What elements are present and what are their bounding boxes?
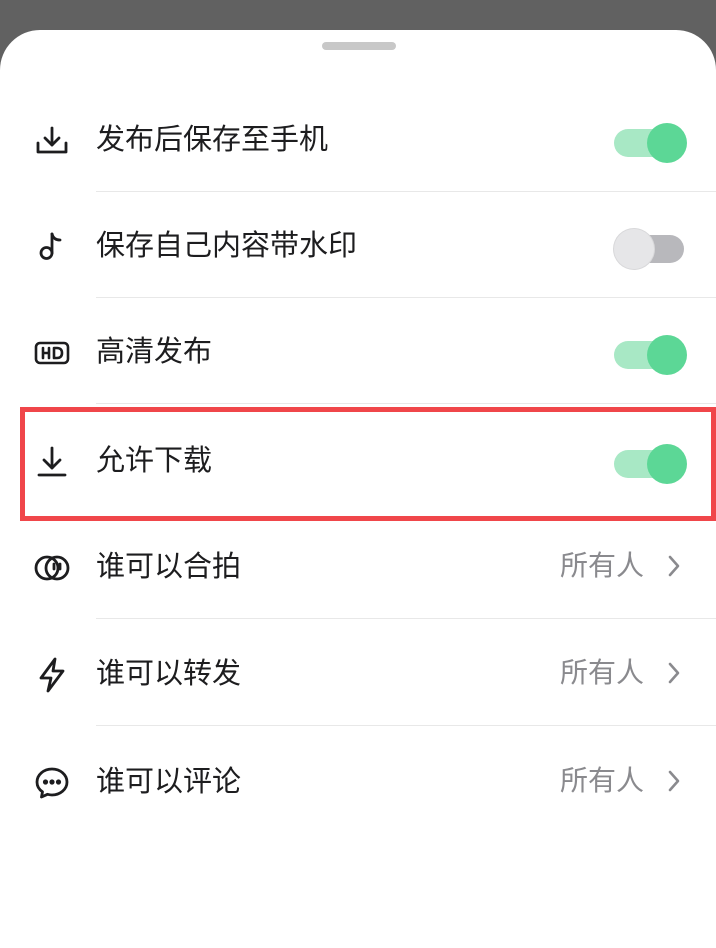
- chevron-right-icon: [664, 660, 684, 686]
- chevron-right-icon: [664, 553, 684, 579]
- duet-icon: [32, 548, 72, 588]
- download-arrow-icon: [32, 442, 72, 482]
- setting-row-allow-download[interactable]: 允许下载: [0, 407, 716, 513]
- tiktok-note-icon: [32, 227, 72, 267]
- toggle-knob: [647, 335, 687, 375]
- setting-row-watermark[interactable]: 保存自己内容带水印: [0, 192, 716, 298]
- setting-row-repost[interactable]: 谁可以转发 所有人: [0, 620, 716, 726]
- divider: [96, 618, 716, 619]
- toggle-knob: [647, 444, 687, 484]
- drag-handle[interactable]: [322, 42, 396, 50]
- setting-label: 谁可以转发: [96, 656, 242, 690]
- setting-label: 发布后保存至手机: [96, 122, 329, 156]
- divider: [96, 725, 716, 726]
- toggle-knob: [647, 123, 687, 163]
- lightning-icon: [32, 655, 72, 695]
- setting-label: 谁可以合拍: [96, 549, 242, 583]
- repost-permission-value: 所有人: [559, 656, 644, 689]
- download-tray-icon: [32, 121, 72, 161]
- divider: [96, 403, 716, 404]
- setting-row-duet[interactable]: 谁可以合拍 所有人: [0, 513, 716, 619]
- watermark-toggle[interactable]: [614, 229, 688, 269]
- save-to-phone-toggle[interactable]: [614, 123, 688, 163]
- setting-label: 高清发布: [96, 334, 213, 368]
- toggle-knob: [614, 229, 654, 269]
- comment-bubble-icon: [32, 763, 72, 803]
- hd-icon: [32, 333, 72, 373]
- setting-row-hd-publish[interactable]: 高清发布: [0, 298, 716, 404]
- setting-label: 谁可以评论: [96, 764, 242, 798]
- comment-permission-value: 所有人: [559, 764, 644, 797]
- duet-permission-value: 所有人: [559, 549, 644, 582]
- setting-row-save-to-phone[interactable]: 发布后保存至手机: [0, 86, 716, 192]
- allow-download-toggle[interactable]: [614, 444, 688, 484]
- hd-publish-toggle[interactable]: [614, 335, 688, 375]
- setting-label: 允许下载: [96, 443, 213, 477]
- chevron-right-icon: [664, 768, 684, 794]
- settings-sheet: 发布后保存至手机 保存自己内容带水印 高清发布 允许下载 谁可以合拍 所有人 谁…: [0, 30, 716, 948]
- setting-row-comment[interactable]: 谁可以评论 所有人: [0, 728, 716, 834]
- setting-label: 保存自己内容带水印: [96, 228, 358, 262]
